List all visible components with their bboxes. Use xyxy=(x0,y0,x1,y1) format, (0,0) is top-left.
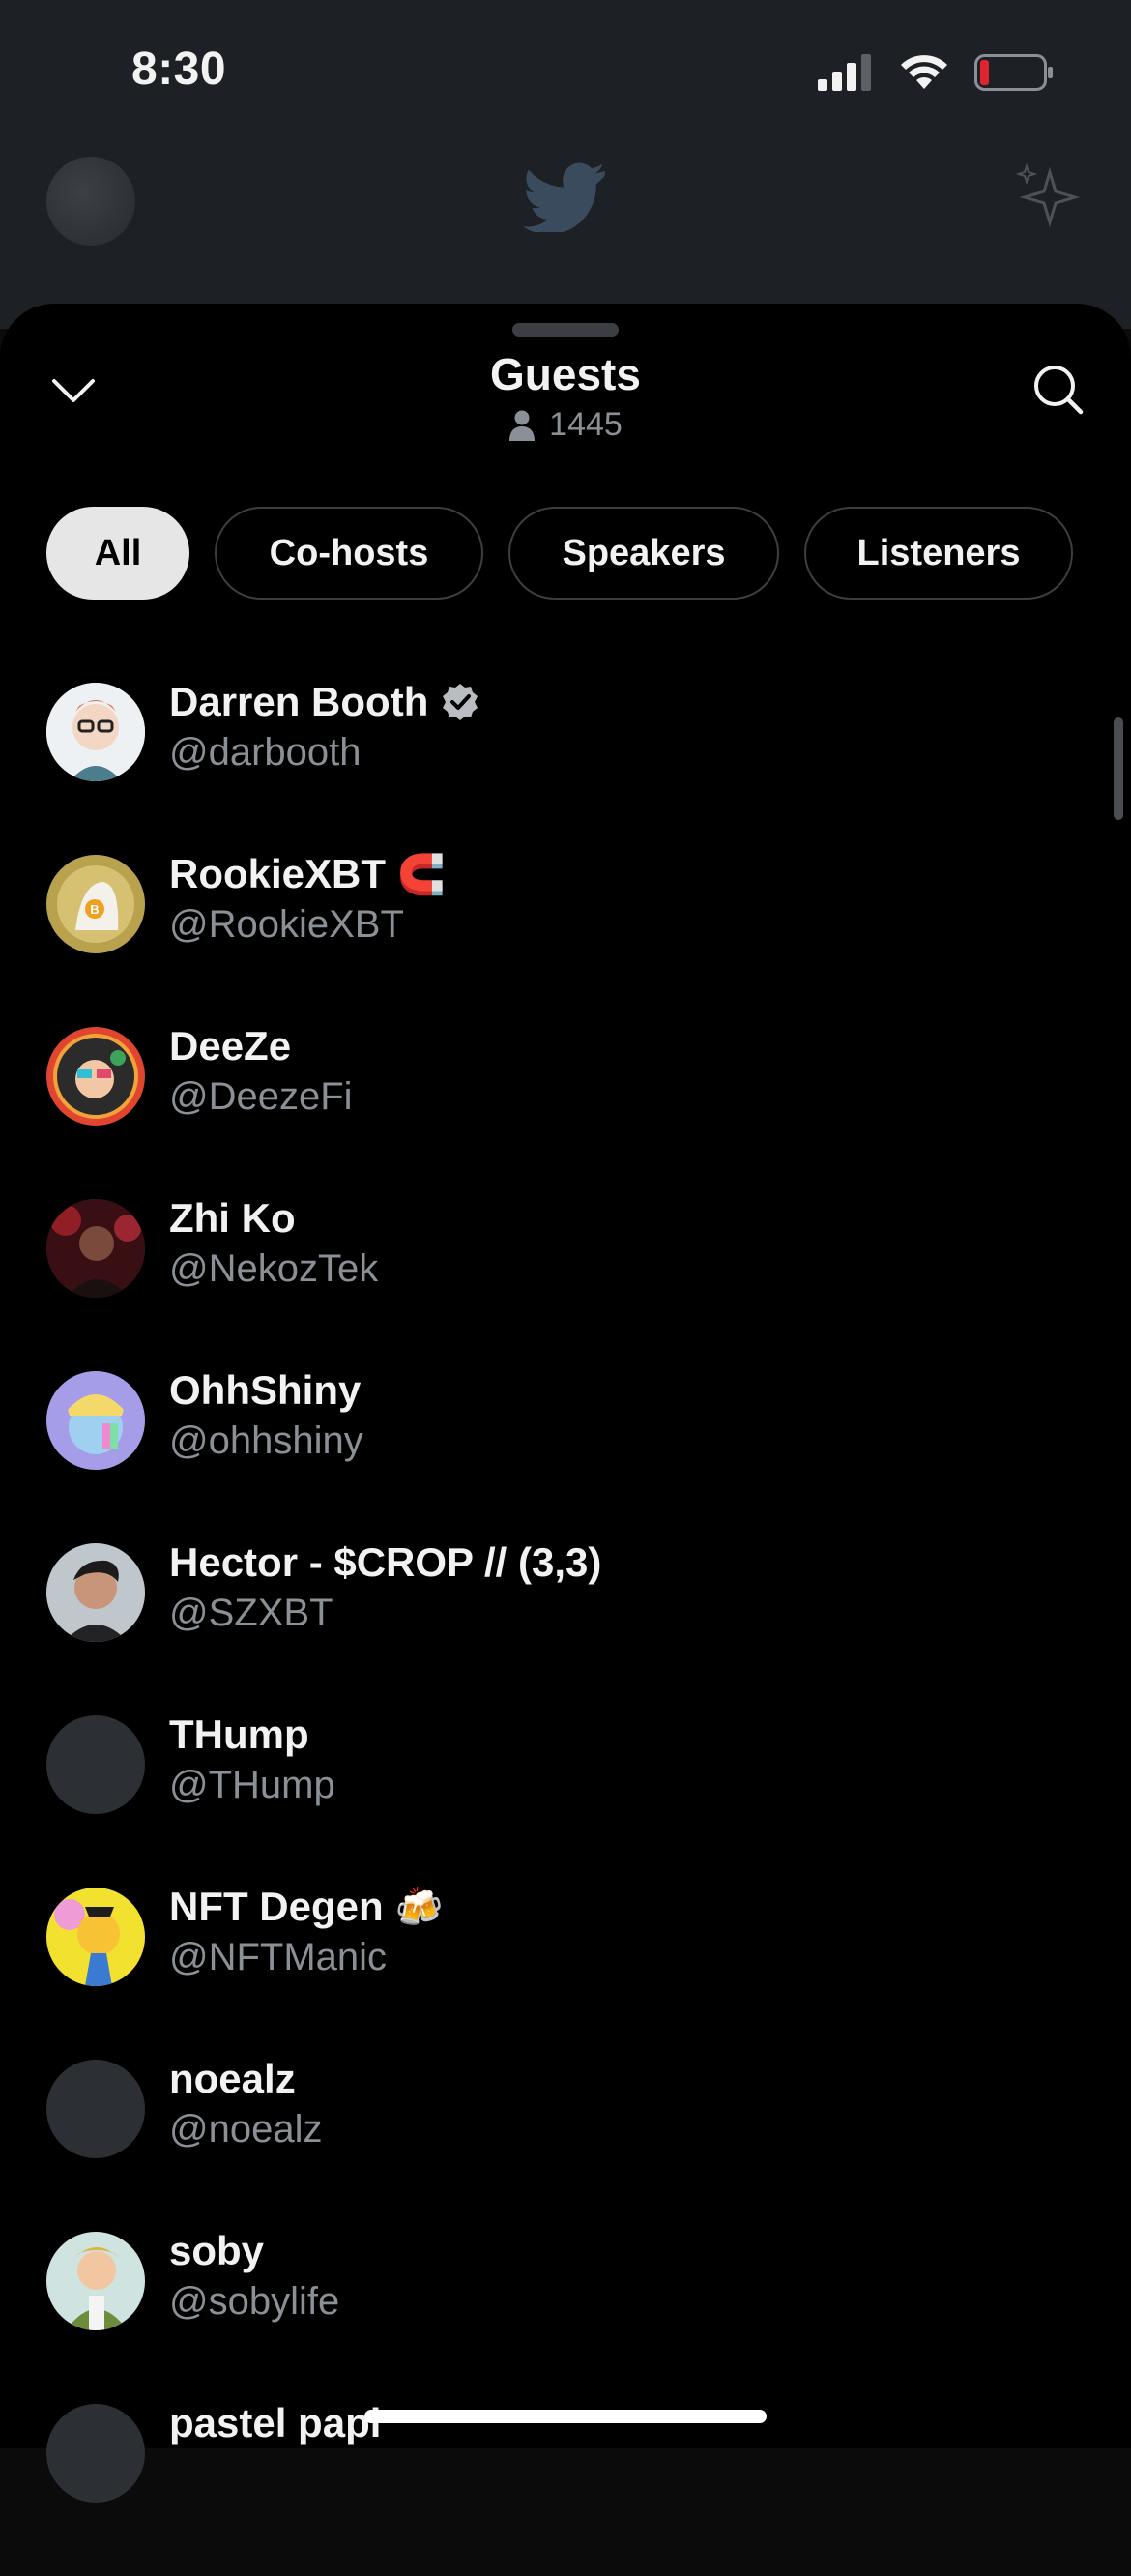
guest-handle: @ohhshiny xyxy=(169,1420,363,1462)
avatar[interactable] xyxy=(46,1715,145,1814)
home-indicator[interactable] xyxy=(364,2410,767,2423)
sheet-title: Guests xyxy=(490,349,641,399)
wifi-icon xyxy=(901,55,947,89)
avatar[interactable]: B xyxy=(46,855,145,953)
guest-name-text: DeeZe xyxy=(169,1023,292,1068)
guest-name: NFT Degen 🍻 xyxy=(169,1884,443,1930)
guest-name-text: THump xyxy=(169,1712,309,1757)
sparkle-icon xyxy=(1015,162,1081,228)
guest-row[interactable]: pastel papi xyxy=(0,2400,1131,2576)
avatar[interactable] xyxy=(46,1888,145,1986)
search-button[interactable] xyxy=(1023,354,1092,424)
guests-sheet: Guests 1445 All Co-hosts Speakers Listen… xyxy=(0,304,1131,2503)
guest-row[interactable]: B RookieXBT 🧲 @RookieXBT xyxy=(0,851,1131,1027)
guest-handle: @DeezeFi xyxy=(169,1075,353,1118)
guest-row[interactable]: THump @THump xyxy=(0,1712,1131,1888)
background-profile-avatar xyxy=(46,157,135,246)
guest-row[interactable]: Zhi Ko @NekozTek xyxy=(0,1195,1131,1371)
guest-name: noealz xyxy=(169,2056,296,2102)
avatar[interactable] xyxy=(46,2232,145,2330)
avatar[interactable] xyxy=(46,2404,145,2503)
guest-name-text: NFT Degen xyxy=(169,1884,384,1929)
status-time: 8:30 xyxy=(131,44,227,95)
avatar[interactable] xyxy=(46,2060,145,2158)
tab-co-hosts[interactable]: Co-hosts xyxy=(215,507,483,600)
guest-row[interactable]: noealz @noealz xyxy=(0,2056,1131,2232)
guest-name-text: OhhShiny xyxy=(169,1367,362,1413)
avatar[interactable] xyxy=(46,1543,145,1642)
guest-name: OhhShiny xyxy=(169,1367,361,1414)
verified-badge-icon xyxy=(443,684,478,720)
status-icons xyxy=(818,54,1054,91)
guest-name: Zhi Ko xyxy=(169,1195,296,1242)
guest-handle: @NFTManic xyxy=(169,1936,388,1978)
battery-icon xyxy=(974,54,1053,91)
background-screen: 8:30 xyxy=(0,0,1131,329)
guest-name-text: Zhi Ko xyxy=(169,1195,296,1241)
guest-name: THump xyxy=(169,1712,309,1758)
guest-name-text: Hector - $CROP // (3,3) xyxy=(169,1539,602,1585)
guest-name-text: Darren Booth xyxy=(169,679,429,724)
search-icon xyxy=(1034,366,1084,415)
guest-name: pastel papi xyxy=(169,2400,381,2446)
tab-speakers[interactable]: Speakers xyxy=(508,507,779,600)
guest-handle: @sobylife xyxy=(169,2280,340,2323)
guest-name-text: noealz xyxy=(169,2056,296,2101)
guest-count: 1445 xyxy=(0,406,1131,444)
guest-handle: @RookieXBT xyxy=(169,903,404,946)
guest-handle: @NekozTek xyxy=(169,1247,379,1290)
guest-handle: @noealz xyxy=(169,2108,323,2151)
twitter-bird-icon xyxy=(522,162,605,232)
avatar[interactable] xyxy=(46,1199,145,1298)
guest-count-value: 1445 xyxy=(549,406,623,443)
guest-name: DeeZe xyxy=(169,1023,291,1069)
guest-row[interactable]: Hector - $CROP // (3,3) @SZXBT xyxy=(0,1539,1131,1715)
scroll-indicator[interactable] xyxy=(1114,717,1123,820)
guest-handle: @darbooth xyxy=(169,731,362,774)
avatar[interactable] xyxy=(46,1371,145,1470)
beer-mugs-emoji-icon: 🍻 xyxy=(394,1886,444,1929)
guest-row[interactable]: DeeZe @DeezeFi xyxy=(0,1023,1131,1199)
guest-handle: @SZXBT xyxy=(169,1592,334,1634)
guest-name: RookieXBT 🧲 xyxy=(169,851,446,897)
guest-name-text: pastel papi xyxy=(169,2400,382,2445)
sheet-grabber[interactable] xyxy=(512,323,619,337)
tab-listeners[interactable]: Listeners xyxy=(804,507,1073,600)
guest-name-text: RookieXBT xyxy=(169,851,387,896)
tab-all[interactable]: All xyxy=(46,507,189,600)
guest-name: soby xyxy=(169,2228,264,2274)
guest-name: Darren Booth xyxy=(169,679,480,725)
avatar[interactable] xyxy=(46,1027,145,1126)
person-icon xyxy=(509,410,536,441)
guest-row[interactable]: OhhShiny @ohhshiny xyxy=(0,1367,1131,1543)
filter-tabs: All Co-hosts Speakers Listeners xyxy=(46,507,1073,600)
svg-text:B: B xyxy=(90,902,99,917)
guest-name-text: soby xyxy=(169,2228,265,2273)
guest-handle: @THump xyxy=(169,1764,335,1806)
avatar[interactable] xyxy=(46,683,145,781)
guest-row[interactable]: soby @sobylife xyxy=(0,2228,1131,2404)
guest-row[interactable]: Darren Booth @darbooth xyxy=(0,679,1131,855)
guest-name: Hector - $CROP // (3,3) xyxy=(169,1539,601,1586)
guest-row[interactable]: NFT Degen 🍻 @NFTManic xyxy=(0,1884,1131,2060)
cellular-signal-icon xyxy=(818,54,871,91)
magnet-emoji-icon: 🧲 xyxy=(397,853,446,896)
